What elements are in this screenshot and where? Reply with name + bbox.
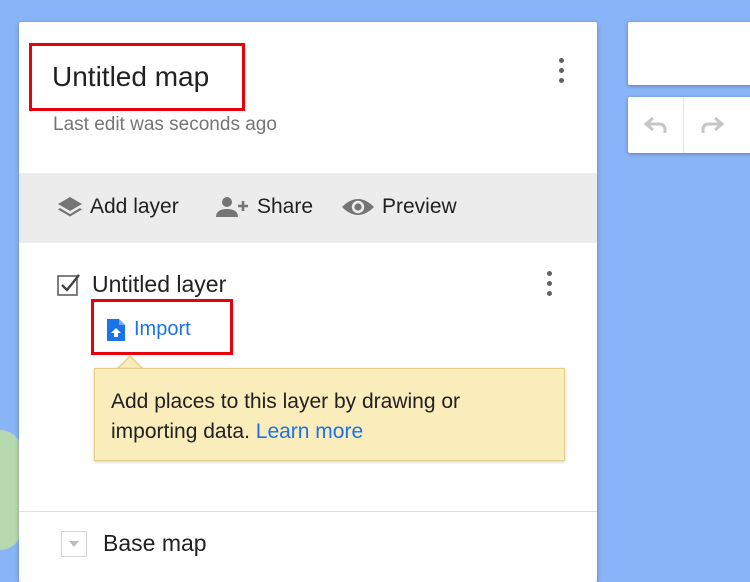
eye-icon — [342, 199, 374, 215]
preview-label: Preview — [382, 195, 457, 218]
layer-header: Untitled layer — [56, 271, 226, 298]
import-label: Import — [134, 318, 191, 340]
share-label: Share — [257, 195, 314, 218]
base-map-label[interactable]: Base map — [103, 530, 207, 557]
base-map-row: Base map — [61, 530, 207, 557]
divider — [19, 511, 597, 512]
import-link[interactable]: Import — [107, 318, 191, 341]
layers-icon — [58, 197, 82, 217]
person-add-icon — [216, 197, 248, 217]
base-map-expand-toggle[interactable] — [61, 530, 87, 557]
file-upload-icon — [107, 318, 125, 341]
map-legend-panel: Untitled map Last edit was seconds ago A… — [19, 22, 597, 582]
arrow-drop-down-icon — [69, 540, 79, 547]
redo-button[interactable] — [683, 97, 739, 153]
layer-options-menu-button[interactable] — [544, 271, 554, 305]
undo-redo-group — [628, 97, 750, 153]
map-toolbar: Add layer Share Preview — [19, 173, 597, 243]
share-button[interactable]: Share — [213, 195, 313, 219]
undo-icon — [643, 116, 666, 133]
layer-visibility-checkbox[interactable] — [56, 272, 82, 298]
add-layer-label: Add layer — [90, 195, 179, 218]
map-title[interactable]: Untitled map — [52, 61, 209, 93]
add-layer-button[interactable]: Add layer — [56, 195, 179, 219]
last-edit-status: Last edit was seconds ago — [53, 114, 277, 135]
more-vert-icon — [558, 58, 564, 63]
search-box[interactable] — [628, 22, 750, 85]
learn-more-link[interactable]: Learn more — [256, 420, 363, 443]
layer-name[interactable]: Untitled layer — [92, 271, 226, 298]
redo-icon — [701, 116, 724, 133]
layer-hint-tooltip: Add places to this layer by drawing or i… — [94, 368, 565, 461]
map-options-menu-button[interactable] — [556, 58, 566, 92]
more-vert-icon — [546, 271, 552, 276]
preview-button[interactable]: Preview — [340, 195, 457, 219]
undo-button[interactable] — [628, 97, 683, 153]
